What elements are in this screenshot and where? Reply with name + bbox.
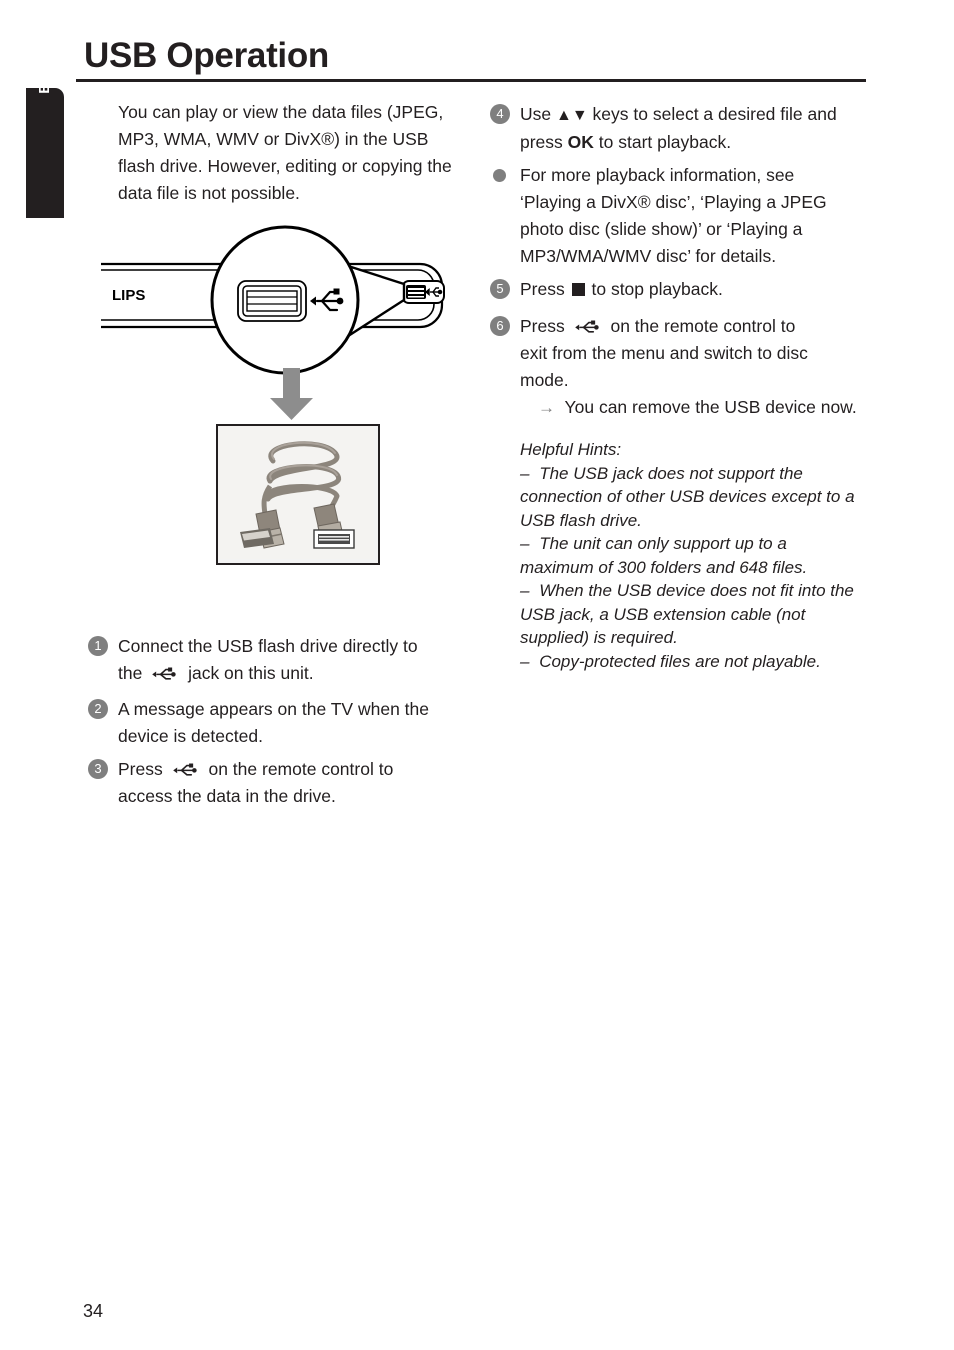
title-divider bbox=[76, 79, 866, 82]
step-3-line-2: access the data in the drive. bbox=[118, 786, 336, 806]
step-2: 2 A message appears on the TV when the d… bbox=[88, 696, 468, 750]
intro-paragraph: You can play or view the data files (JPE… bbox=[118, 99, 468, 207]
hint-3-line-1: – When the USB device does not fit into … bbox=[520, 579, 872, 603]
hint-1-text-1: The USB jack does not support the bbox=[539, 463, 803, 483]
page-number: 34 bbox=[83, 1301, 104, 1321]
magnified-usb-symbol bbox=[310, 288, 344, 312]
step-1-marker: 1 bbox=[88, 636, 108, 656]
bullet-line-1: For more playback information, see bbox=[520, 165, 795, 185]
step-6-result-text: You can remove the USB device now. bbox=[564, 397, 857, 417]
step-5-text-after: to stop playback. bbox=[591, 279, 723, 299]
bullet-line-3: photo disc (slide show)’ or ‘Playing a bbox=[520, 219, 803, 239]
step-6: 6 Press on the remote control to exit fr… bbox=[490, 313, 872, 421]
step-5-line-1: Press to stop playback. bbox=[520, 276, 872, 303]
usb-icon bbox=[172, 763, 197, 776]
step-4-line-1: Use ▲▼ keys to select a desired file and bbox=[520, 101, 872, 129]
step-3-text-after: on the remote control to bbox=[208, 759, 394, 779]
step-6-line-1: Press on the remote control to bbox=[520, 313, 872, 340]
step-1-line-1: Connect the USB flash drive directly to bbox=[118, 636, 418, 656]
step-6-marker: 6 bbox=[490, 316, 510, 336]
intro-line-2: MP3, WMA, WMV or DivX®) in the bbox=[118, 129, 388, 149]
page-title: USB Operation bbox=[84, 36, 330, 75]
usb-icon bbox=[574, 320, 599, 333]
language-tab: English bbox=[26, 88, 64, 218]
panel-usb-port bbox=[401, 280, 445, 304]
magnified-usb-slot bbox=[237, 280, 307, 322]
step-6-text-after: on the remote control to bbox=[610, 316, 796, 336]
step-5-marker: 5 bbox=[490, 279, 510, 299]
helpful-hints: Helpful Hints: – The USB jack does not s… bbox=[520, 438, 872, 673]
up-down-keys-icon: ▲▼ bbox=[556, 107, 588, 124]
step-4: 4 Use ▲▼ keys to select a desired file a… bbox=[490, 101, 872, 156]
device-front-panel: LIPS bbox=[101, 262, 444, 329]
hint-2-dash: – bbox=[520, 534, 530, 553]
bullet-line-2: ‘Playing a DivX® disc’, ‘Playing a JPEG bbox=[520, 192, 827, 212]
hint-2-line-1: – The unit can only support up to a bbox=[520, 532, 872, 556]
step-1-text-after: jack on this unit. bbox=[188, 663, 314, 683]
step-3-marker: 3 bbox=[88, 759, 108, 779]
usb-extension-cable-photo bbox=[216, 424, 380, 565]
step-3-line-1: Press on the remote control to bbox=[118, 756, 468, 783]
hint-3-dash: – bbox=[520, 581, 530, 600]
step-4-text-after: keys to select a desired file and bbox=[592, 104, 837, 124]
hint-1-dash: – bbox=[520, 463, 530, 483]
hint-4-text-1: Copy-protected files are not playable. bbox=[539, 651, 821, 671]
hint-3-line-2: USB jack, a USB extension cable (not bbox=[520, 604, 806, 624]
step-2-line-2: device is detected. bbox=[118, 726, 263, 746]
hint-1-line-1: – The USB jack does not support the bbox=[520, 462, 872, 486]
connector-thumbnail-right bbox=[313, 529, 355, 549]
bullet-more-info: • For more playback information, see ‘Pl… bbox=[493, 162, 872, 270]
hint-4-dash: – bbox=[520, 651, 530, 671]
bullet-line-4: MP3/WMA/WMV disc’ for details. bbox=[520, 246, 777, 266]
hint-2-text-1: The unit can only support up to a bbox=[539, 534, 787, 553]
hint-2-line-2: maximum of 300 folders and 648 files. bbox=[520, 557, 808, 577]
step-5-text-before: Press bbox=[520, 279, 565, 299]
step-6-line-2: exit from the menu and switch to disc bbox=[520, 343, 808, 363]
step-3: 3 Press on the remote control to access … bbox=[88, 756, 468, 810]
step-4-text-before: Use bbox=[520, 104, 552, 124]
step-4-line-2: press OK to start playback. bbox=[520, 129, 872, 156]
step-1-line-2: the jack on this unit. bbox=[118, 660, 468, 687]
step-4-marker: 4 bbox=[490, 104, 510, 124]
step-6-line-3: mode. bbox=[520, 370, 569, 390]
step-2-line-1: A message appears on the TV when the bbox=[118, 699, 429, 719]
step-6-text-before: Press bbox=[520, 316, 565, 336]
hint-1-line-3: USB flash drive. bbox=[520, 510, 642, 530]
intro-line-1: You can play or view the data files (JPE… bbox=[118, 102, 444, 122]
step-3-text-before: Press bbox=[118, 759, 163, 779]
step-6-result: → You can remove the USB device now. bbox=[520, 394, 872, 421]
bullet-marker: • bbox=[490, 165, 510, 185]
step-4-text-after-2: to start playback. bbox=[598, 132, 732, 152]
magnifier-circle bbox=[210, 225, 360, 375]
result-arrow-icon: → bbox=[538, 398, 555, 417]
brand-label: LIPS bbox=[112, 287, 145, 304]
stop-square-icon bbox=[571, 283, 585, 296]
hints-heading: Helpful Hints: bbox=[520, 440, 622, 459]
language-tab-label: English bbox=[26, 88, 64, 126]
hint-3-line-3: supplied) is required. bbox=[520, 628, 678, 647]
step-1-text-before: the bbox=[118, 663, 143, 683]
step-2-marker: 2 bbox=[88, 699, 108, 719]
hint-4-line-1: – Copy-protected files are not playable. bbox=[520, 650, 872, 674]
step-1: 1 Connect the USB flash drive directly t… bbox=[88, 633, 468, 687]
step-4-text-before-2: press bbox=[520, 132, 563, 152]
ok-key-label: OK bbox=[567, 132, 594, 152]
down-arrow bbox=[270, 368, 313, 420]
hint-3-text-1: When the USB device does not fit into th… bbox=[539, 581, 854, 600]
usb-icon bbox=[152, 667, 176, 680]
step-5: 5 Press to stop playback. bbox=[490, 276, 872, 303]
hint-1-line-2: connection of other USB devices except t… bbox=[520, 487, 855, 506]
